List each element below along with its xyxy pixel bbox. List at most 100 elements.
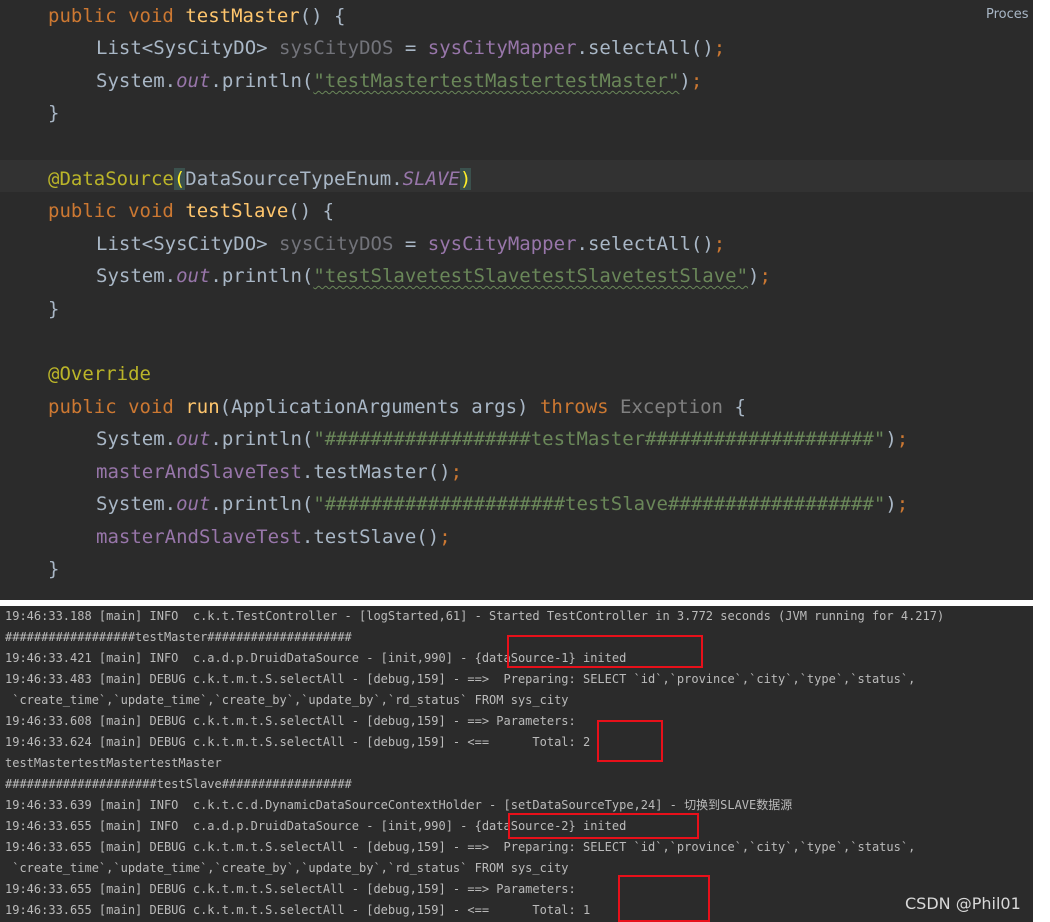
- keyword-public: public: [48, 5, 117, 27]
- code-line-9[interactable]: }: [48, 293, 59, 325]
- code-token: () {: [288, 200, 335, 222]
- log-line: `create_time`,`update_time`,`create_by`,…: [5, 693, 569, 707]
- keyword-void: void: [128, 5, 174, 27]
- string-literal: "#####################testSlave#########…: [313, 493, 886, 515]
- code-token: () {: [299, 5, 346, 27]
- log-line: 19:46:33.655 [main] DEBUG c.k.t.m.t.S.se…: [5, 903, 591, 917]
- semicolon: ;: [713, 37, 726, 59]
- string-literal: "testSlavetestSlavetestSlavetestSlave": [313, 265, 749, 287]
- code-token: =: [404, 37, 417, 59]
- string-literal: "testMastertestMastertestMaster": [313, 70, 680, 92]
- matched-paren: (: [173, 168, 186, 190]
- keyword-public: public: [48, 396, 117, 418]
- static-field-out: out: [176, 70, 211, 92]
- code-line-5[interactable]: @DataSource(DataSourceTypeEnum.SLAVE): [48, 163, 472, 195]
- unused-variable: sysCityDOS: [279, 233, 394, 255]
- code-token: .println(: [210, 70, 314, 92]
- code-token: .println(: [210, 493, 314, 515]
- code-token: .testMaster(): [301, 461, 451, 483]
- semicolon: ;: [713, 233, 726, 255]
- enum-type: DataSourceTypeEnum.: [185, 168, 403, 190]
- code-line-6[interactable]: public void testSlave() {: [48, 195, 334, 227]
- code-token: .testSlave(): [301, 526, 440, 548]
- code-line-4[interactable]: }: [48, 97, 59, 129]
- keyword-public: public: [48, 200, 117, 222]
- log-line: testMastertestMastertestMaster: [5, 756, 222, 770]
- type-name: List<SysCityDO>: [96, 233, 268, 255]
- field-master-and-slave-test: masterAndSlaveTest: [96, 461, 302, 483]
- unused-variable: sysCityDOS: [279, 37, 394, 59]
- code-token: System.: [96, 265, 177, 287]
- process-tab[interactable]: Proces: [986, 7, 1029, 22]
- code-token: System.: [96, 493, 177, 515]
- log-line: ##################testMaster############…: [5, 630, 352, 644]
- matched-paren: ): [459, 168, 472, 190]
- code-line-7[interactable]: List<SysCityDO> sysCityDOS = sysCityMapp…: [96, 228, 725, 260]
- code-line-8[interactable]: System.out.println("testSlavetestSlavete…: [96, 260, 771, 292]
- log-line: #####################testSlave##########…: [5, 777, 352, 791]
- keyword-void: void: [128, 396, 174, 418]
- semicolon: ;: [896, 428, 909, 450]
- mapper-field: sysCityMapper: [427, 233, 577, 255]
- log-line: 19:46:33.188 [main] INFO c.k.t.TestContr…: [5, 609, 945, 623]
- watermark: CSDN @Phil01: [905, 894, 1021, 913]
- method-name-testmaster: testMaster: [185, 5, 300, 27]
- exception-type: Exception: [620, 396, 723, 418]
- code-token: .selectAll(): [576, 37, 714, 59]
- code-token: =: [404, 233, 417, 255]
- highlight-box-total-2: [597, 720, 663, 762]
- highlight-box-total-1: [618, 875, 710, 922]
- code-token: System.: [96, 70, 177, 92]
- log-line: 19:46:33.483 [main] DEBUG c.k.t.m.t.S.se…: [5, 672, 916, 686]
- code-line-10[interactable]: @Override: [48, 358, 151, 390]
- code-token: .println(: [210, 265, 314, 287]
- static-field-out: out: [176, 493, 211, 515]
- code-line-2[interactable]: List<SysCityDO> sysCityDOS = sysCityMapp…: [96, 32, 725, 64]
- code-line-15[interactable]: masterAndSlaveTest.testSlave();: [96, 521, 451, 553]
- method-name-testslave: testSlave: [185, 200, 289, 222]
- semicolon: ;: [759, 265, 771, 287]
- log-line: 19:46:33.608 [main] DEBUG c.k.t.m.t.S.se…: [5, 714, 576, 728]
- code-token: ): [885, 428, 897, 450]
- code-token: .selectAll(): [576, 233, 714, 255]
- static-field-out: out: [176, 265, 211, 287]
- keyword-void: void: [128, 200, 174, 222]
- keyword-throws: throws: [539, 396, 609, 418]
- log-line: 19:46:33.655 [main] DEBUG c.k.t.m.t.S.se…: [5, 840, 916, 854]
- log-line: 19:46:33.655 [main] DEBUG c.k.t.m.t.S.se…: [5, 882, 576, 896]
- highlight-box-datasource-2: [508, 813, 699, 839]
- log-line: 19:46:33.624 [main] DEBUG c.k.t.m.t.S.se…: [5, 735, 591, 749]
- semicolon: ;: [439, 526, 451, 548]
- code-token: System.: [96, 428, 177, 450]
- closing-brace: }: [48, 558, 60, 580]
- method-name-run: run: [185, 396, 220, 418]
- code-line-14[interactable]: System.out.println("####################…: [96, 488, 908, 520]
- semicolon: ;: [690, 70, 703, 92]
- code-line-1[interactable]: public void testMaster() {: [48, 0, 345, 32]
- code-editor[interactable]: Proces public void testMaster() { List<S…: [0, 0, 1033, 600]
- log-line: `create_time`,`update_time`,`create_by`,…: [5, 861, 569, 875]
- closing-brace: }: [48, 298, 60, 320]
- type-name: List<SysCityDO>: [96, 37, 268, 59]
- code-token: {: [734, 396, 746, 418]
- enum-constant-slave: SLAVE: [402, 168, 460, 190]
- closing-brace: }: [48, 102, 60, 124]
- mapper-field: sysCityMapper: [427, 37, 577, 59]
- code-line-11[interactable]: public void run(ApplicationArguments arg…: [48, 391, 746, 423]
- annotation-override: @Override: [48, 363, 151, 385]
- method-params: (ApplicationArguments args): [219, 396, 529, 418]
- semicolon: ;: [896, 493, 909, 515]
- highlight-box-datasource-1: [507, 635, 703, 668]
- code-token: .println(: [210, 428, 314, 450]
- code-line-13[interactable]: masterAndSlaveTest.testMaster();: [96, 456, 462, 488]
- annotation-datasource: @DataSource: [48, 168, 174, 190]
- code-line-12[interactable]: System.out.println("##################te…: [96, 423, 908, 455]
- code-token: ): [748, 265, 760, 287]
- code-token: ): [679, 70, 691, 92]
- semicolon: ;: [450, 461, 463, 483]
- code-token: ): [885, 493, 897, 515]
- code-line-3[interactable]: System.out.println("testMastertestMaster…: [96, 65, 702, 97]
- string-literal: "##################testMaster###########…: [313, 428, 886, 450]
- field-master-and-slave-test: masterAndSlaveTest: [96, 526, 302, 548]
- code-line-16[interactable]: }: [48, 553, 59, 585]
